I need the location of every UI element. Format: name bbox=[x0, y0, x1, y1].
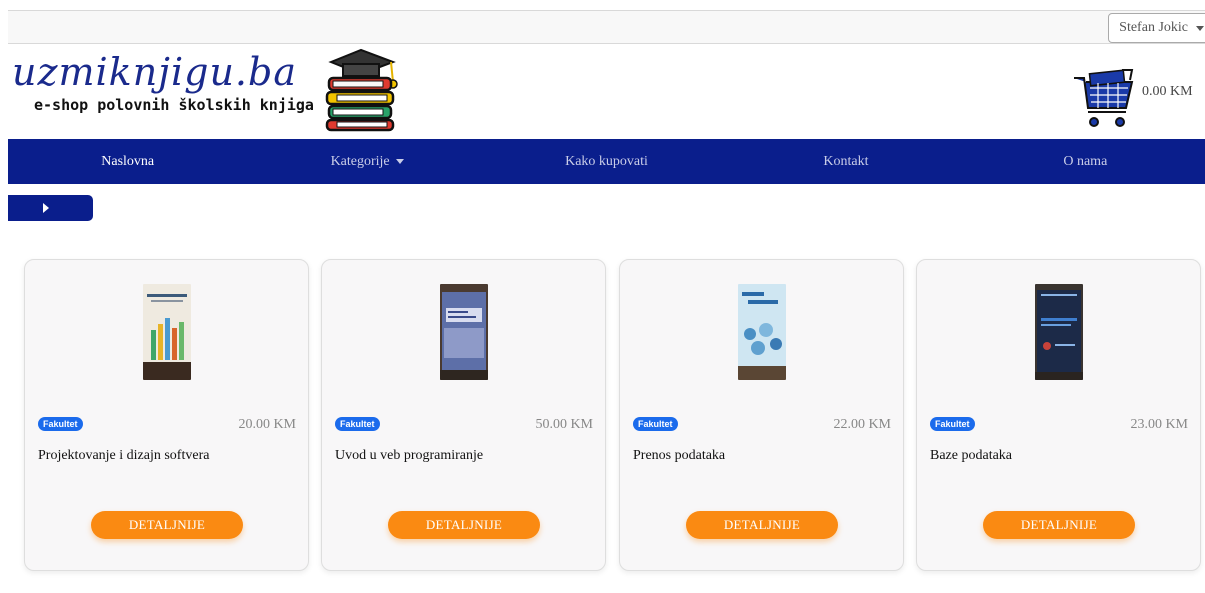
play-arrow-icon bbox=[43, 203, 49, 213]
nav-item-kategorije[interactable]: Kategorije bbox=[247, 139, 486, 184]
details-button[interactable]: DETALJNIJE bbox=[983, 511, 1135, 539]
nav-item-label: Kako kupovati bbox=[565, 153, 648, 169]
main-navigation: Naslovna Kategorije Kako kupovati Kontak… bbox=[8, 139, 1205, 184]
top-bar: Stefan Jokic bbox=[8, 10, 1205, 44]
user-name: Stefan Jokic bbox=[1119, 20, 1188, 35]
books-logo-icon[interactable] bbox=[323, 48, 403, 132]
product-title[interactable]: Baze podataka bbox=[930, 448, 1012, 464]
product-title[interactable]: Uvod u veb programiranje bbox=[335, 448, 483, 464]
nav-item-label: Kategorije bbox=[330, 153, 390, 169]
details-button[interactable]: DETALJNIJE bbox=[686, 511, 838, 539]
logo-subtitle: e-shop polovnih školskih knjiga bbox=[34, 96, 314, 114]
logo-title[interactable]: uzmiknjigu.ba bbox=[12, 50, 297, 94]
sidebar-toggle-button[interactable] bbox=[8, 195, 93, 221]
chevron-down-icon bbox=[395, 159, 404, 164]
category-badge: Fakultet bbox=[38, 417, 83, 431]
user-dropdown[interactable]: Stefan Jokic bbox=[1108, 13, 1205, 43]
product-price: 22.00 KM bbox=[833, 417, 891, 432]
book-cover-image[interactable] bbox=[1035, 284, 1083, 380]
nav-item-label: Naslovna bbox=[101, 153, 155, 169]
category-badge: Fakultet bbox=[335, 417, 380, 431]
nav-item-o-nama[interactable]: O nama bbox=[966, 139, 1205, 184]
product-card: Fakultet 23.00 KM Baze podataka DETALJNI… bbox=[916, 259, 1201, 571]
site-header: uzmiknjigu.ba e-shop polovnih školskih k… bbox=[8, 44, 1205, 139]
nav-item-label: Kontakt bbox=[823, 153, 869, 169]
product-title[interactable]: Projektovanje i dizajn softvera bbox=[38, 448, 209, 464]
product-title[interactable]: Prenos podataka bbox=[633, 448, 725, 464]
nav-item-naslovna[interactable]: Naslovna bbox=[8, 139, 247, 184]
category-badge: Fakultet bbox=[633, 417, 678, 431]
nav-item-kako-kupovati[interactable]: Kako kupovati bbox=[487, 139, 726, 184]
product-price: 23.00 KM bbox=[1130, 417, 1188, 432]
shopping-cart-icon[interactable] bbox=[1070, 68, 1140, 130]
book-cover-image[interactable] bbox=[738, 284, 786, 380]
product-card: Fakultet 20.00 KM Projektovanje i dizajn… bbox=[24, 259, 309, 571]
category-badge: Fakultet bbox=[930, 417, 975, 431]
nav-item-kontakt[interactable]: Kontakt bbox=[726, 139, 965, 184]
book-cover-image[interactable] bbox=[143, 284, 191, 380]
details-button[interactable]: DETALJNIJE bbox=[388, 511, 540, 539]
details-button[interactable]: DETALJNIJE bbox=[91, 511, 243, 539]
product-price: 20.00 KM bbox=[238, 417, 296, 432]
product-card: Fakultet 50.00 KM Uvod u veb programiran… bbox=[321, 259, 606, 571]
product-price: 50.00 KM bbox=[535, 417, 593, 432]
chevron-down-icon bbox=[1196, 26, 1204, 31]
cart-total[interactable]: 0.00 KM bbox=[1142, 84, 1193, 100]
nav-item-label: O nama bbox=[1063, 153, 1108, 169]
book-cover-image[interactable] bbox=[440, 284, 488, 380]
product-card: Fakultet 22.00 KM Prenos podataka DETALJ… bbox=[619, 259, 904, 571]
